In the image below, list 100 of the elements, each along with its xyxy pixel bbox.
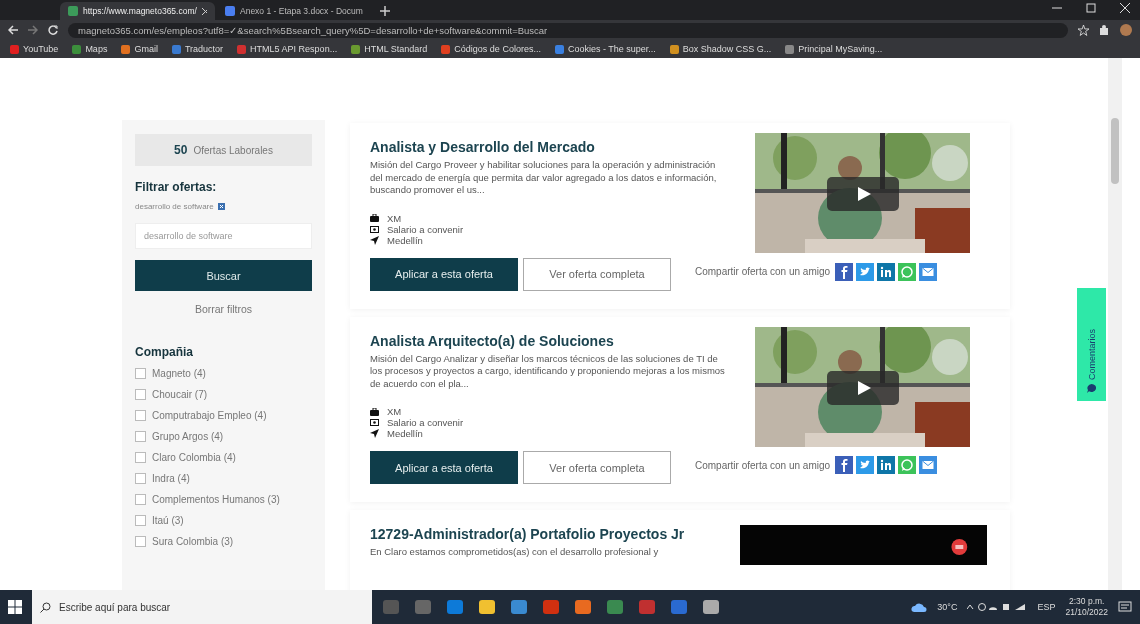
twitter-icon[interactable]	[856, 456, 875, 474]
briefcase-icon	[370, 214, 379, 222]
facebook-icon[interactable]	[835, 456, 854, 474]
star-icon[interactable]	[1078, 24, 1089, 36]
job-description: En Claro estamos comprometidos(as) con el desarrollo profesional y	[370, 546, 660, 559]
company-label: Sura Colombia (3)	[152, 536, 234, 547]
bookmark[interactable]: Principal MySaving...	[785, 44, 883, 54]
bookmark[interactable]: Traductor	[171, 44, 224, 54]
company-label: Complementos Humanos (3)	[152, 494, 280, 505]
bookmark[interactable]: Cookies - The super...	[554, 44, 656, 54]
close-tab-icon[interactable]	[201, 7, 207, 15]
briefcase-icon	[370, 407, 379, 416]
bookmark[interactable]: Códigos de Colores...	[441, 44, 541, 54]
job-description: Misión del Cargo Analizar y diseñar los marcos técnicos de las soluciones de TI de los procesos y proyectos a cargo, identificando y proponiendo mejoras a los mismos de acuerdo con el pla...	[370, 352, 726, 390]
system-tray-icons[interactable]	[967, 602, 1028, 612]
job-title[interactable]: Analista y Desarrollo del Mercado	[370, 139, 990, 155]
bookmark[interactable]: YouTube	[10, 44, 59, 54]
taskbar-app-icon[interactable]	[574, 599, 592, 615]
browser-tab[interactable]: https://www.magneto365.com/	[60, 2, 215, 20]
company-label: Itaú (3)	[152, 515, 184, 526]
checkbox[interactable]	[135, 473, 146, 484]
reload-icon[interactable]	[48, 25, 58, 35]
address-bar[interactable]: magneto365.com/es/empleos?utf8=✓&search%5Bsearch_query%5D=desarrollo+de+software&commit=Buscar	[68, 22, 1068, 38]
scrollbar[interactable]	[1108, 58, 1122, 590]
close-icon[interactable]	[1120, 3, 1130, 13]
back-icon[interactable]	[8, 25, 18, 35]
clear-filters-link[interactable]: Borrar filtros	[135, 303, 312, 315]
company-text: XM	[387, 212, 402, 224]
whatsapp-icon[interactable]	[898, 262, 917, 281]
whatsapp-icon[interactable]	[898, 456, 917, 474]
salary-text: Salario a convenir	[387, 417, 464, 428]
windows-start-icon[interactable]	[8, 600, 22, 614]
new-tab-icon[interactable]	[380, 6, 390, 16]
bookmark[interactable]: Gmail	[121, 44, 158, 54]
maximize-icon[interactable]	[1086, 3, 1096, 13]
checkbox[interactable]	[135, 536, 146, 547]
clock-date[interactable]: 21/10/2022	[1065, 607, 1108, 618]
job-title[interactable]: 12729-Administrador(a) Portafolio Proyectos Jr	[370, 526, 990, 542]
apply-button[interactable]: Aplicar a esta oferta	[370, 451, 518, 484]
taskbar-app-icon[interactable]	[606, 599, 624, 615]
job-description: Misión del Cargo Proveer y habilitar soluciones para la operación y administración del mercado de energía que permita dar valor agregado a los datos e información, buscando promover el us...	[370, 159, 718, 197]
bookmark[interactable]: HTML5 API Respon...	[237, 44, 338, 54]
company-label: Choucair (7)	[152, 389, 208, 400]
job-title[interactable]: Analista Arquitecto(a) de Soluciones	[370, 332, 990, 349]
apply-button[interactable]: Aplicar a esta oferta	[370, 257, 518, 291]
company-title: Compañia	[135, 345, 194, 359]
filter-tag: desarrollo de software	[135, 202, 214, 211]
linkedin-icon[interactable]	[877, 262, 896, 281]
clock-time[interactable]: 2:30 p.m.	[1069, 596, 1105, 607]
view-offer-button[interactable]: Ver oferta completa	[523, 451, 671, 484]
bookmark[interactable]: Box Shadow CSS G...	[669, 44, 772, 54]
offer-count: 50	[174, 143, 188, 157]
checkbox[interactable]	[135, 389, 146, 400]
company-label: Grupo Argos (4)	[152, 431, 224, 442]
facebook-icon[interactable]	[835, 262, 854, 281]
taskbar-app-icon[interactable]	[510, 599, 528, 615]
location-text: Medellín	[387, 234, 423, 246]
company-label: Computrabajo Empleo (4)	[152, 410, 267, 421]
search-icon	[40, 601, 51, 613]
forward-icon[interactable]	[28, 25, 38, 35]
notification-icon[interactable]	[1118, 601, 1132, 613]
taskbar-app-icon[interactable]	[478, 599, 496, 615]
company-label: Indra (4)	[152, 473, 190, 484]
share-label: Compartir oferta con un amigo	[695, 459, 831, 471]
company-label: Magneto (4)	[152, 368, 206, 379]
banknote-icon	[370, 225, 379, 233]
view-offer-button[interactable]: Ver oferta completa	[523, 257, 671, 291]
checkbox[interactable]	[135, 410, 146, 421]
checkbox[interactable]	[135, 452, 146, 463]
browser-tab[interactable]: Anexo 1 - Etapa 3.docx - Docum	[217, 2, 372, 20]
email-icon[interactable]	[919, 262, 938, 281]
banknote-icon	[370, 419, 379, 426]
checkbox[interactable]	[135, 368, 146, 379]
location-text: Medellín	[387, 428, 423, 439]
checkbox[interactable]	[135, 515, 146, 526]
language-text[interactable]: ESP	[1037, 602, 1056, 612]
checkbox[interactable]	[135, 431, 146, 442]
company-label: Claro Colombia (4)	[152, 452, 236, 463]
remove-icon[interactable]	[217, 203, 225, 210]
chat-icon[interactable]	[1087, 384, 1096, 393]
taskbar-app-icon[interactable]	[702, 599, 720, 615]
linkedin-icon[interactable]	[877, 456, 896, 474]
search-button[interactable]: Buscar	[135, 260, 312, 291]
filter-title: Filtrar ofertas:	[135, 180, 218, 194]
salary-text: Salario a convenir	[387, 223, 464, 235]
navigation-arrow-icon	[370, 235, 379, 245]
twitter-icon[interactable]	[856, 262, 875, 281]
cloud-icon	[911, 602, 928, 612]
feedback-tab[interactable]: Comentarios	[1086, 328, 1097, 380]
bookmark[interactable]: Maps	[72, 44, 108, 54]
profile-icon[interactable]	[1120, 24, 1132, 36]
share-label: Compartir oferta con un amigo	[695, 266, 831, 277]
play-button[interactable]	[827, 370, 899, 405]
email-icon[interactable]	[919, 456, 938, 474]
bookmark[interactable]: HTML Standard	[351, 44, 428, 54]
weather-text: 30°C	[937, 602, 958, 612]
taskbar-search-field[interactable]: Escribe aquí para buscar	[32, 590, 372, 624]
count-label: Ofertas Laborales	[193, 144, 273, 156]
checkbox[interactable]	[135, 494, 146, 505]
play-button[interactable]	[827, 177, 899, 211]
